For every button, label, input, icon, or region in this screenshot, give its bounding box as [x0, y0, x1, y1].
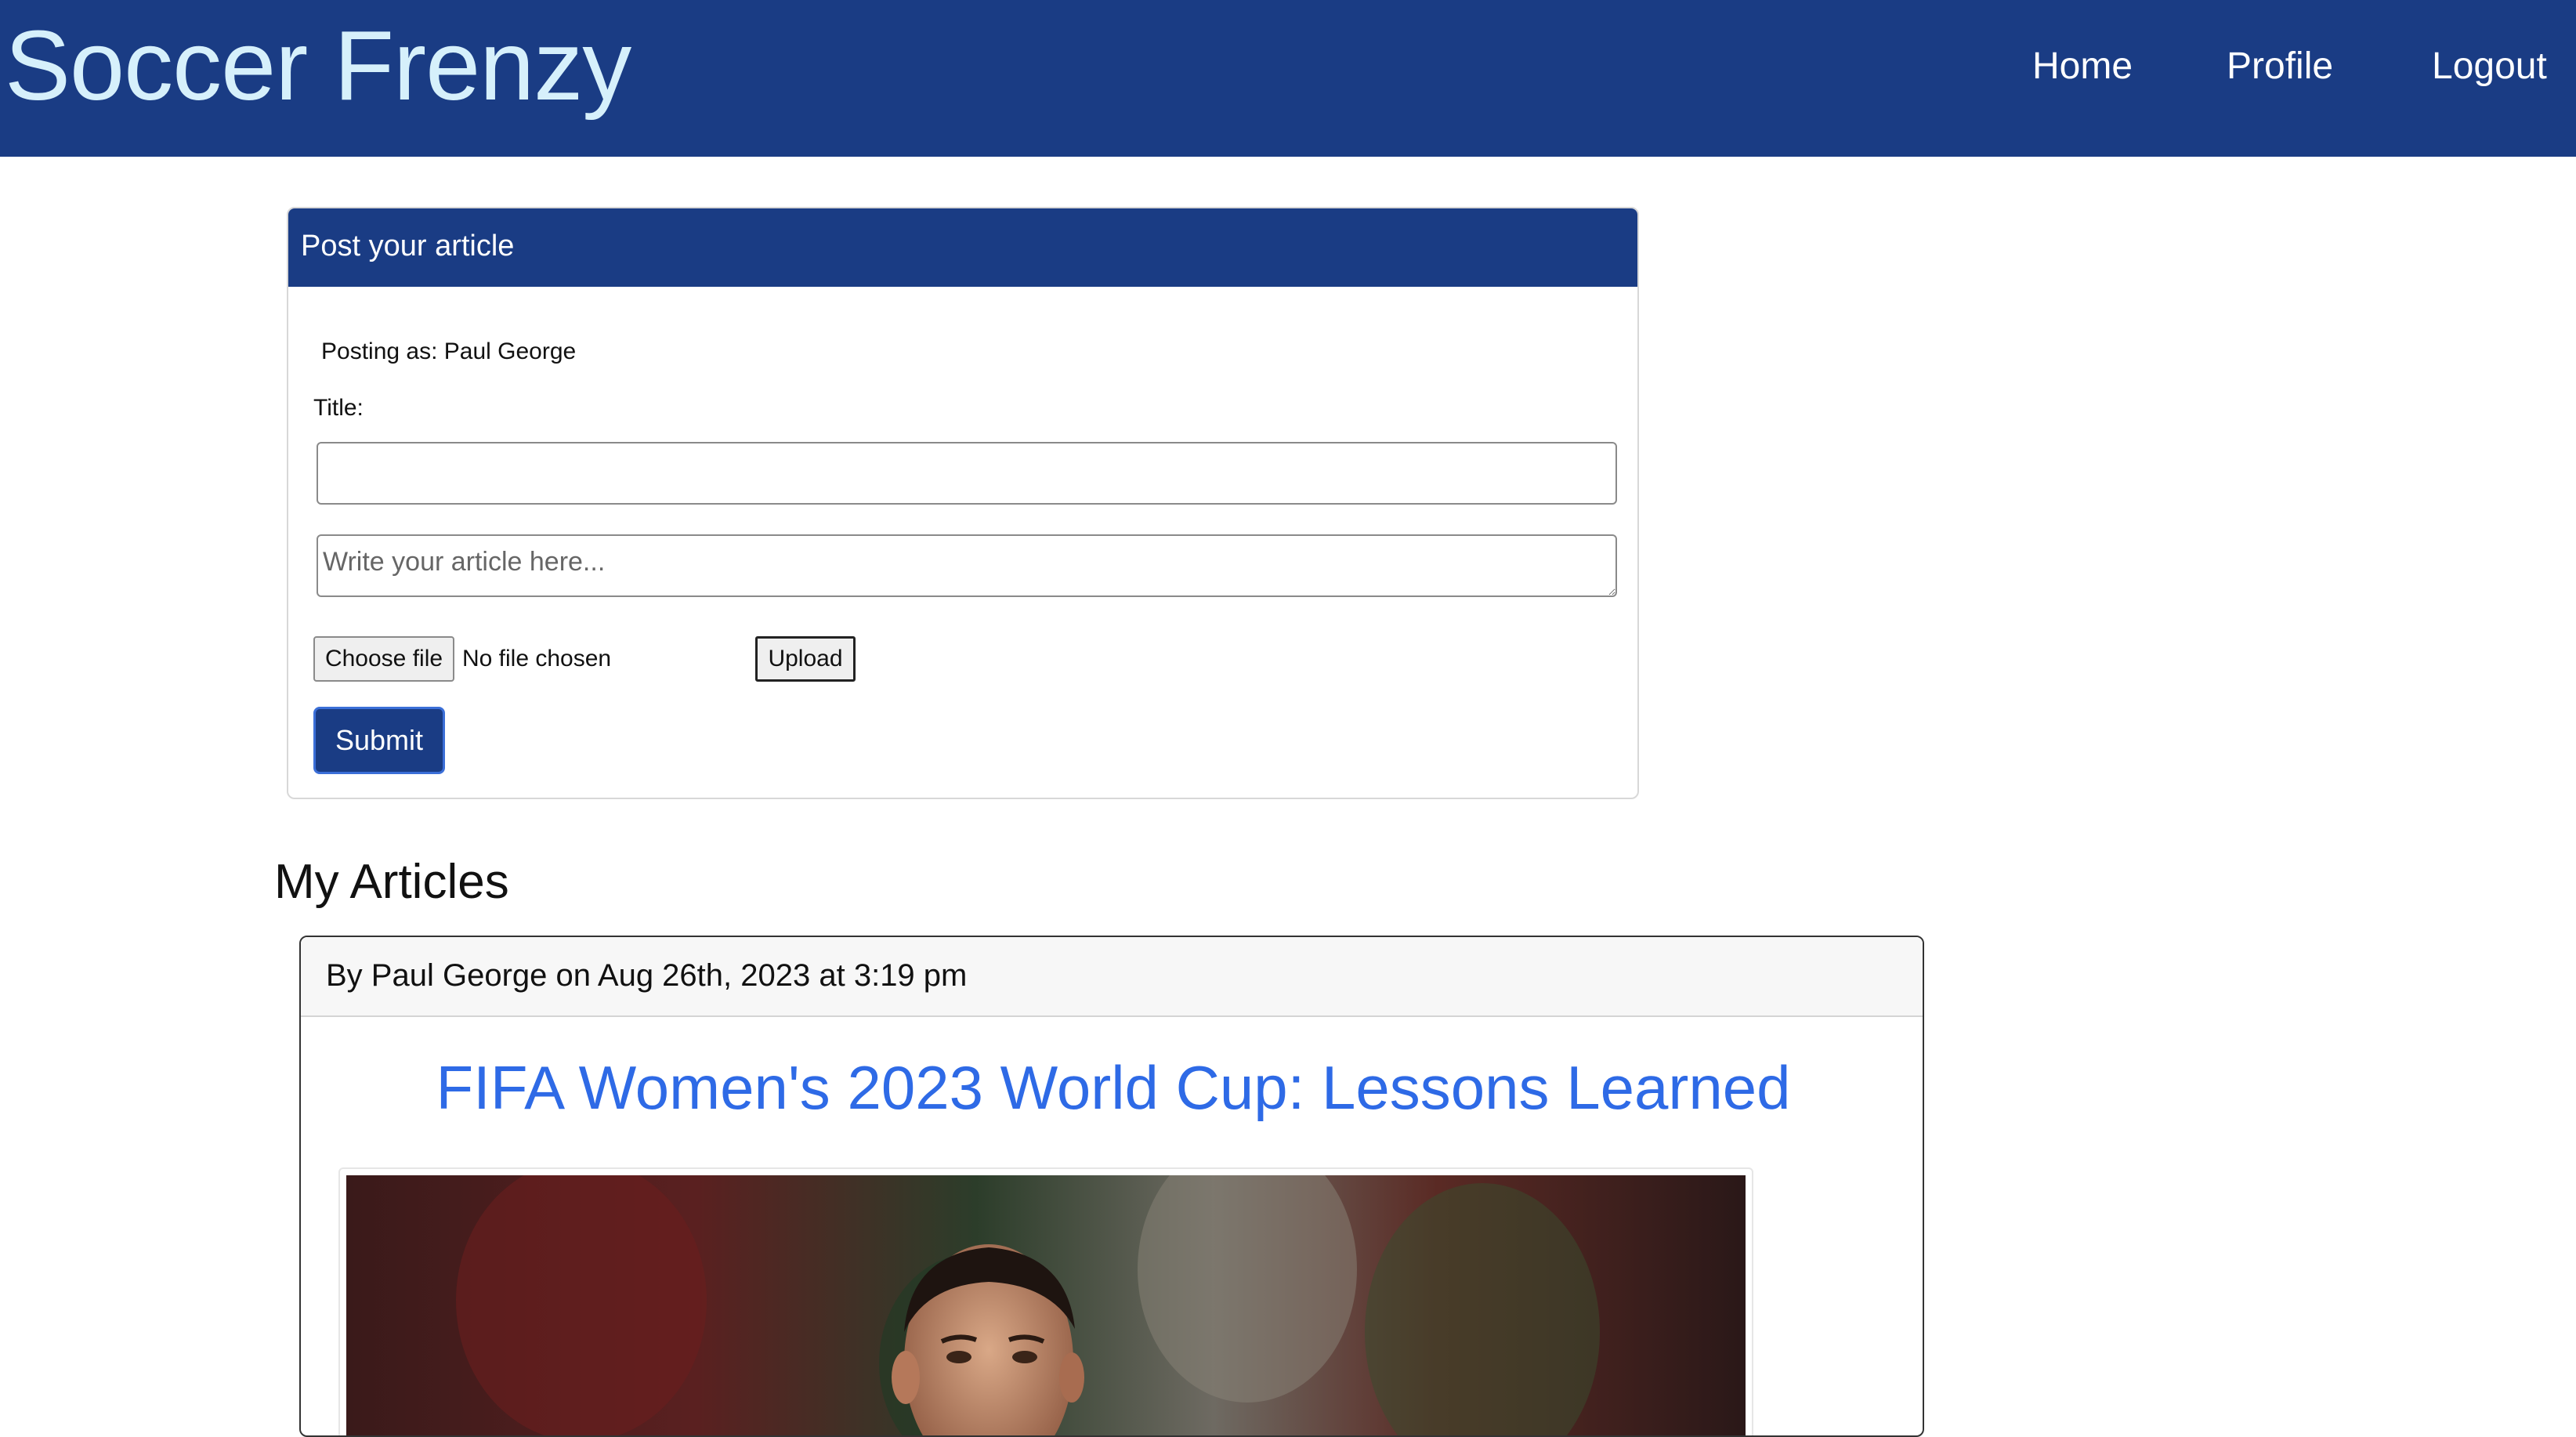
post-card-title: Post your article	[301, 230, 515, 262]
article-card: By Paul George on Aug 26th, 2023 at 3:19…	[299, 936, 1924, 1437]
choose-file-button[interactable]: Choose file	[313, 636, 454, 682]
file-status-text: No file chosen	[462, 646, 612, 671]
nav-links: Home Profile Logout	[0, 0, 2576, 135]
submit-button[interactable]: Submit	[313, 707, 445, 774]
title-input[interactable]	[317, 442, 1617, 505]
post-card-header: Post your article	[288, 208, 1637, 287]
article-textarea[interactable]	[317, 534, 1617, 597]
article-image[interactable]	[346, 1175, 1746, 1435]
nav-home-link[interactable]: Home	[2032, 41, 2133, 92]
posting-as-text: Posting as: Paul George	[321, 338, 577, 364]
my-articles-heading: My Articles	[274, 855, 509, 909]
post-article-card: Post your article Posting as: Paul Georg…	[287, 207, 1639, 799]
upload-button[interactable]: Upload	[755, 636, 856, 682]
soccer-player-photo	[346, 1175, 1746, 1435]
article-byline: By Paul George on Aug 26th, 2023 at 3:19…	[326, 958, 968, 993]
article-card-header: By Paul George on Aug 26th, 2023 at 3:19…	[301, 937, 1923, 1017]
top-navbar: Soccer Frenzy Home Profile Logout	[0, 0, 2576, 157]
nav-profile-link[interactable]: Profile	[2227, 41, 2333, 92]
nav-logout-link[interactable]: Logout	[2432, 41, 2547, 92]
title-label: Title:	[313, 395, 364, 421]
article-image-frame	[338, 1167, 1753, 1435]
article-title-link[interactable]: FIFA Women's 2023 World Cup: Lessons Lea…	[301, 1048, 1923, 1127]
